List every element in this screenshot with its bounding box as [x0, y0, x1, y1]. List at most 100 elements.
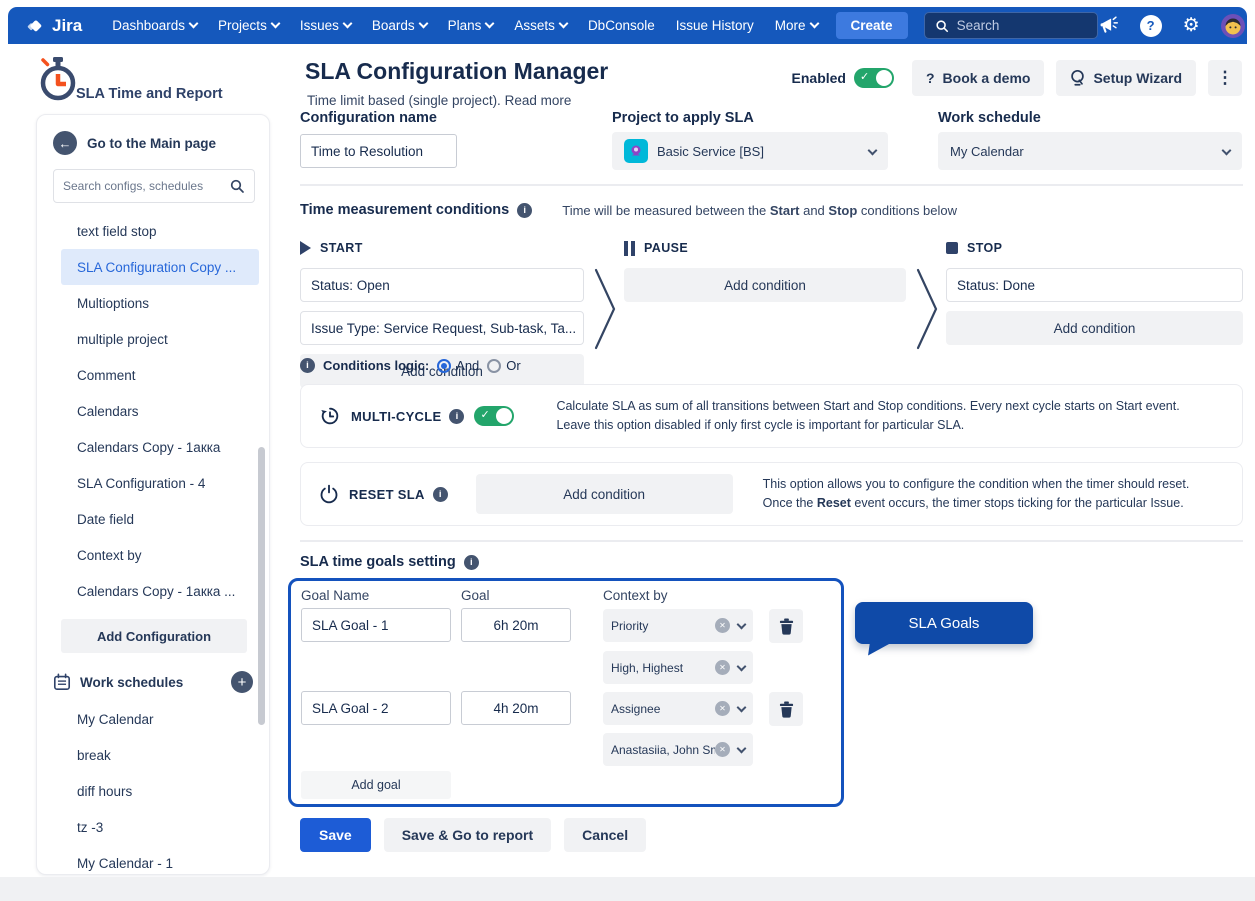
goal-value-input[interactable] [461, 691, 571, 725]
history-icon [319, 405, 341, 427]
megaphone-icon[interactable] [1098, 15, 1119, 36]
sidebar-item-config[interactable]: Comment [37, 357, 269, 393]
nav-item-projects[interactable]: Projects [218, 18, 279, 33]
goal-name-input[interactable] [301, 608, 451, 642]
sidebar-item-schedule[interactable]: break [37, 737, 269, 773]
conditions-section-header: Time measurement conditions i Time will … [300, 202, 957, 218]
configs-search-input[interactable] [63, 179, 229, 193]
play-icon [300, 241, 311, 255]
sidebar-item-config[interactable]: text field stop [37, 213, 269, 249]
reset-sla-panel: RESET SLA i Add condition This option al… [300, 462, 1243, 526]
info-icon[interactable]: i [300, 358, 315, 373]
create-button[interactable]: Create [836, 12, 908, 39]
conditions-title: Time measurement conditions [300, 202, 509, 218]
chevron-down-icon [1222, 145, 1232, 155]
info-icon[interactable]: i [464, 555, 479, 570]
help-icon[interactable]: ? [1140, 15, 1162, 37]
nav-item-issue-history[interactable]: Issue History [676, 18, 754, 33]
goal-name-input[interactable] [301, 691, 451, 725]
question-icon: ? [926, 70, 935, 86]
search-input[interactable] [957, 18, 1087, 33]
jira-logo[interactable]: Jira [26, 16, 82, 36]
nav-item-more[interactable]: More [775, 18, 818, 33]
setup-wizard-button[interactable]: Setup Wizard [1056, 60, 1196, 96]
multi-cycle-toggle[interactable]: ✓ [474, 406, 514, 426]
start-condition[interactable]: Status: Open [300, 268, 584, 302]
chevron-down-icon [737, 744, 747, 754]
sidebar-scrollbar[interactable] [258, 447, 265, 725]
sidebar-item-config[interactable]: Calendars Copy - 1акка [37, 429, 269, 465]
stop-icon [946, 242, 958, 254]
sidebar-item-schedule[interactable]: My Calendar - 1 [37, 845, 269, 875]
gear-icon[interactable]: ⚙ [1183, 16, 1200, 35]
sidebar-item-schedule[interactable]: diff hours [37, 773, 269, 809]
sidebar-item-config[interactable]: Calendars Copy - 1акка ... [37, 573, 269, 609]
project-select[interactable]: Basic Service [BS] [612, 132, 888, 170]
config-name-input[interactable] [300, 134, 457, 168]
global-search[interactable] [924, 12, 1098, 39]
sidebar-item-config[interactable]: Date field [37, 501, 269, 537]
goal-value-input[interactable] [461, 608, 571, 642]
add-goal-button[interactable]: Add goal [301, 771, 451, 799]
read-more-link[interactable]: Read more [505, 93, 572, 108]
user-avatar[interactable] [1221, 14, 1245, 38]
nav-item-boards[interactable]: Boards [372, 18, 427, 33]
context-field-select[interactable]: Priority ✕ [603, 609, 753, 642]
save-go-report-button[interactable]: Save & Go to report [384, 818, 551, 852]
clear-icon[interactable]: ✕ [715, 660, 730, 675]
nav-item-dashboards[interactable]: Dashboards [112, 18, 197, 33]
clear-icon[interactable]: ✕ [715, 742, 730, 757]
goals-table: Goal Name Goal Context by Priority ✕ Hig… [288, 578, 844, 807]
enabled-label: Enabled [792, 70, 846, 86]
nav-item-plans[interactable]: Plans [448, 18, 494, 33]
sidebar-item-config[interactable]: SLA Configuration - 4 [37, 465, 269, 501]
info-icon[interactable]: i [433, 487, 448, 502]
delete-goal-button[interactable] [769, 609, 803, 643]
enabled-toggle[interactable]: ✓ [854, 68, 894, 88]
reset-sla-label: RESET SLA [349, 487, 425, 502]
add-schedule-button[interactable]: + [231, 671, 253, 693]
sidebar-item-schedule[interactable]: My Calendar [37, 701, 269, 737]
work-schedules-title: Work schedules [80, 675, 222, 690]
sidebar-item-config[interactable]: multiple project [37, 321, 269, 357]
pause-add-condition-button[interactable]: Add condition [624, 268, 906, 302]
cancel-button[interactable]: Cancel [564, 818, 646, 852]
schedule-select[interactable]: My Calendar [938, 132, 1242, 170]
nav-item-issues[interactable]: Issues [300, 18, 351, 33]
more-options-button[interactable]: ⋮ [1208, 60, 1242, 96]
page-title: SLA Configuration Manager [305, 58, 608, 85]
info-icon[interactable]: i [449, 409, 464, 424]
chevron-down-icon [342, 19, 352, 29]
configs-search[interactable] [53, 169, 255, 203]
logic-and-option[interactable]: And [437, 358, 479, 373]
context-value-select[interactable]: Anastasiia, John Smit... ✕ [603, 733, 753, 766]
stop-condition[interactable]: Status: Done [946, 268, 1243, 302]
info-icon[interactable]: i [517, 203, 532, 218]
avatar-face-icon [1221, 14, 1245, 38]
context-field-select[interactable]: Assignee ✕ [603, 692, 753, 725]
nav-item-assets[interactable]: Assets [514, 18, 567, 33]
jira-brand-text: Jira [52, 16, 82, 36]
stop-label: STOP [967, 241, 1002, 255]
sidebar-item-schedule[interactable]: tz -3 [37, 809, 269, 845]
clear-icon[interactable]: ✕ [715, 618, 730, 633]
sidebar-item-config[interactable]: Context by [37, 537, 269, 573]
sidebar-item-config-selected[interactable]: SLA Configuration Copy ... [61, 249, 259, 285]
sidebar-item-config[interactable]: Multioptions [37, 285, 269, 321]
book-demo-button[interactable]: ? Book a demo [912, 60, 1044, 96]
context-value-select[interactable]: High, Highest ✕ [603, 651, 753, 684]
clear-icon[interactable]: ✕ [715, 701, 730, 716]
stop-add-condition-button[interactable]: Add condition [946, 311, 1243, 345]
save-button[interactable]: Save [300, 818, 371, 852]
back-to-main-link[interactable]: ← Go to the Main page [37, 115, 269, 167]
goal-header: Goal [461, 588, 490, 603]
kebab-icon: ⋮ [1217, 68, 1234, 88]
nav-item-dbconsole[interactable]: DbConsole [588, 18, 655, 33]
start-condition[interactable]: Issue Type: Service Request, Sub-task, T… [300, 311, 584, 345]
stopwatch-icon [34, 54, 82, 104]
sidebar-item-config[interactable]: Calendars [37, 393, 269, 429]
reset-add-condition-button[interactable]: Add condition [476, 474, 733, 514]
delete-goal-button[interactable] [769, 692, 803, 726]
add-configuration-button[interactable]: Add Configuration [61, 619, 247, 653]
logic-or-option[interactable]: Or [487, 358, 520, 373]
